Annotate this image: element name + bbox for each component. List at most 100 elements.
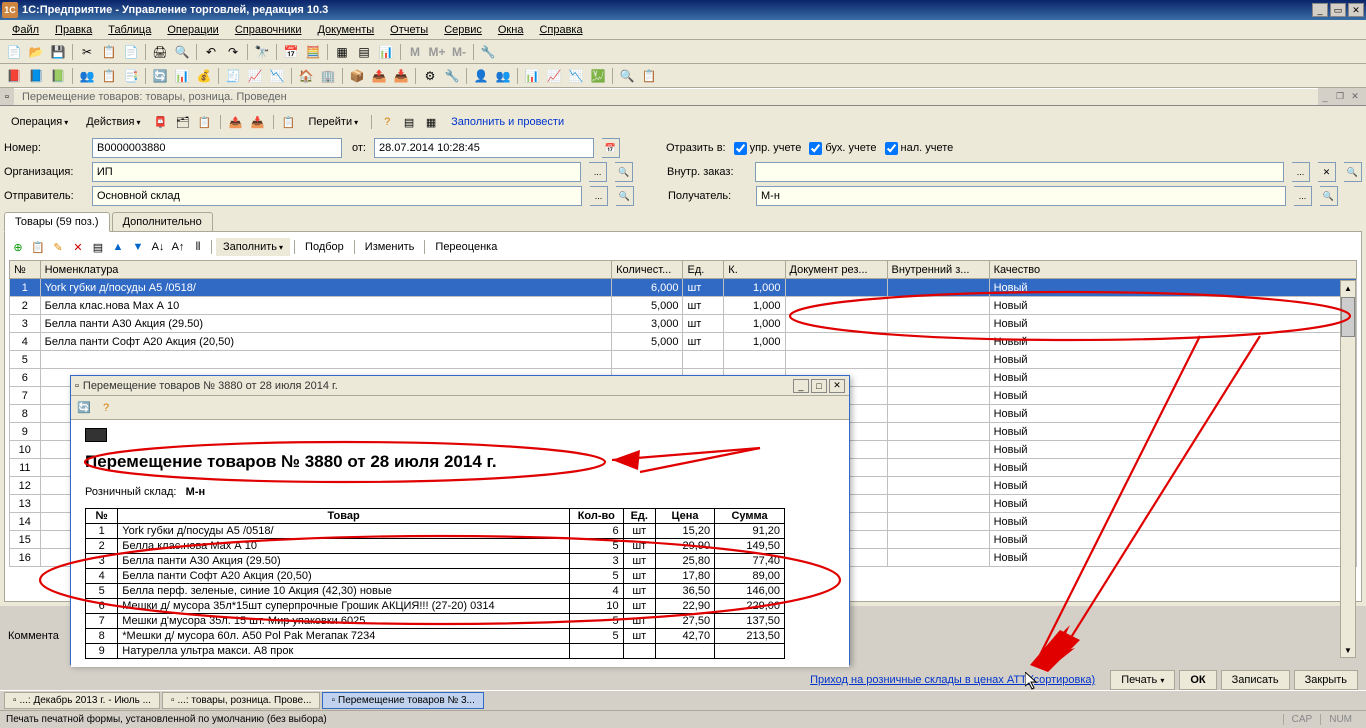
close-form-button[interactable]: Закрыть (1294, 670, 1358, 690)
grid-col-header[interactable]: Номенклатура (40, 261, 611, 279)
grid-revalue-button[interactable]: Переоценка (429, 239, 503, 255)
tb2-3[interactable]: 📗 (48, 66, 68, 86)
grid-barcode-icon[interactable]: ⦀ (189, 238, 207, 256)
grid-col-header[interactable]: Внутренний з... (887, 261, 989, 279)
new-icon[interactable]: 📄 (4, 42, 24, 62)
actions-menu[interactable]: Действия▾ (79, 113, 147, 131)
date-picker-button[interactable]: 📅 (602, 138, 620, 158)
table-row[interactable]: 4Белла панти Софт А20 Акция (20,50)5,000… (10, 333, 1357, 351)
m-icon[interactable]: M (405, 42, 425, 62)
maximize-button[interactable]: ▭ (1330, 3, 1346, 17)
settings-icon[interactable]: 🔧 (478, 42, 498, 62)
date-input[interactable] (374, 138, 594, 158)
grid-up-icon[interactable]: ▤ (89, 238, 107, 256)
tb2-26[interactable]: 🔍 (617, 66, 637, 86)
fill-and-post-button[interactable]: Заполнить и провести (444, 113, 571, 131)
report-help-icon[interactable]: ? (97, 399, 115, 417)
org-select-button[interactable]: ... (589, 162, 607, 182)
grid-pick-button[interactable]: Подбор (299, 239, 350, 255)
grid-col-header[interactable]: Документ рез... (785, 261, 887, 279)
menu-file[interactable]: Файл (4, 22, 47, 38)
tb2-14[interactable]: 🏢 (318, 66, 338, 86)
recipient-input[interactable] (756, 186, 1286, 206)
ok-button[interactable]: ОК (1179, 670, 1216, 690)
chk-upr[interactable]: упр. учете (734, 142, 802, 155)
tb2-4[interactable]: 👥 (77, 66, 97, 86)
grid-col-header[interactable]: К. (724, 261, 785, 279)
scroll-down-icon[interactable]: ▼ (1341, 643, 1355, 657)
m-minus-icon[interactable]: M- (449, 42, 469, 62)
menu-service[interactable]: Сервис (436, 22, 490, 38)
sender-open-button[interactable]: 🔍 (616, 186, 634, 206)
tb2-11[interactable]: 📈 (245, 66, 265, 86)
grid-add-icon[interactable]: ⊕ (9, 238, 27, 256)
tb2-22[interactable]: 📊 (522, 66, 542, 86)
grid-delete-icon[interactable]: ✕ (69, 238, 87, 256)
report-titlebar[interactable]: ▫ Перемещение товаров № 3880 от 28 июля … (71, 376, 849, 396)
report-refresh-icon[interactable]: 🔄 (75, 399, 93, 417)
org-open-button[interactable]: 🔍 (615, 162, 633, 182)
tb2-20[interactable]: 👤 (471, 66, 491, 86)
tb2-1[interactable]: 📕 (4, 66, 24, 86)
tab-goods[interactable]: Товары (59 поз.) (4, 212, 110, 232)
menu-catalogs[interactable]: Справочники (227, 22, 310, 38)
grid-col-header[interactable]: Ед. (683, 261, 724, 279)
menu-reports[interactable]: Отчеты (382, 22, 436, 38)
grid-col-header[interactable]: № (10, 261, 41, 279)
tb2-9[interactable]: 💰 (194, 66, 214, 86)
grid-col-header[interactable]: Количест... (612, 261, 683, 279)
recipient-select-button[interactable]: ... (1294, 186, 1312, 206)
tb2-24[interactable]: 📉 (566, 66, 586, 86)
tb2-5[interactable]: 📋 (99, 66, 119, 86)
grid-fill-menu[interactable]: Заполнить▾ (216, 238, 290, 256)
action-form1-icon[interactable]: ▤ (400, 113, 418, 131)
preview-icon[interactable]: 🔍 (172, 42, 192, 62)
int-order-input[interactable] (755, 162, 1284, 182)
task-btn-2[interactable]: ▫ Перемещение товаров № 3... (322, 692, 483, 709)
menu-documents[interactable]: Документы (309, 22, 382, 38)
grid-icon[interactable]: ▤ (354, 42, 374, 62)
table-row[interactable]: 2Белла клас.нова Мах А 105,000шт1,000Нов… (10, 297, 1357, 315)
report-icon[interactable]: 📊 (376, 42, 396, 62)
menu-operations[interactable]: Операции (159, 22, 226, 38)
find-icon[interactable]: 🔭 (252, 42, 272, 62)
table-row[interactable]: 3Белла панти А30 Акция (29.50)3,000шт1,0… (10, 315, 1357, 333)
task-btn-1[interactable]: ▫ ...: товары, розница. Прове... (162, 692, 321, 709)
tb2-13[interactable]: 🏠 (296, 66, 316, 86)
close-button[interactable]: ✕ (1348, 3, 1364, 17)
tb2-7[interactable]: 🔄 (150, 66, 170, 86)
action-form2-icon[interactable]: ▦ (422, 113, 440, 131)
grid-moveup-icon[interactable]: ▲ (109, 238, 127, 256)
paste-icon[interactable]: 📄 (121, 42, 141, 62)
menu-edit[interactable]: Правка (47, 22, 100, 38)
vertical-scrollbar[interactable]: ▲ ▼ (1340, 280, 1356, 658)
int-order-select-button[interactable]: ... (1292, 162, 1310, 182)
int-order-clear-button[interactable]: ✕ (1318, 162, 1336, 182)
tb2-2[interactable]: 📘 (26, 66, 46, 86)
doc-minimize-button[interactable]: _ (1318, 90, 1332, 104)
number-input[interactable] (92, 138, 342, 158)
action-help-icon[interactable]: ? (378, 113, 396, 131)
menu-help[interactable]: Справка (531, 22, 590, 38)
tb2-18[interactable]: ⚙ (420, 66, 440, 86)
scroll-thumb[interactable] (1341, 297, 1355, 337)
sender-input[interactable] (92, 186, 582, 206)
tb2-12[interactable]: 📉 (267, 66, 287, 86)
goto-menu[interactable]: Перейти▾ (302, 113, 366, 131)
tb2-19[interactable]: 🔧 (442, 66, 462, 86)
action-down-icon[interactable]: 📥 (249, 113, 267, 131)
calc-icon[interactable]: 📅 (281, 42, 301, 62)
recipient-open-button[interactable]: 🔍 (1320, 186, 1338, 206)
tb2-8[interactable]: 📊 (172, 66, 192, 86)
chk-nal[interactable]: нал. учете (885, 142, 954, 155)
table-row[interactable]: 1York губки д/посуды А5 /0518/6,000шт1,0… (10, 279, 1357, 297)
form-icon[interactable]: ▦ (332, 42, 352, 62)
tb2-23[interactable]: 📈 (544, 66, 564, 86)
save-button[interactable]: Записать (1221, 670, 1290, 690)
grid-movedown-icon[interactable]: ▼ (129, 238, 147, 256)
minimize-button[interactable]: _ (1312, 3, 1328, 17)
menu-windows[interactable]: Окна (490, 22, 532, 38)
sender-select-button[interactable]: ... (590, 186, 608, 206)
tab-additional[interactable]: Дополнительно (112, 212, 213, 231)
redo-icon[interactable]: ↷ (223, 42, 243, 62)
